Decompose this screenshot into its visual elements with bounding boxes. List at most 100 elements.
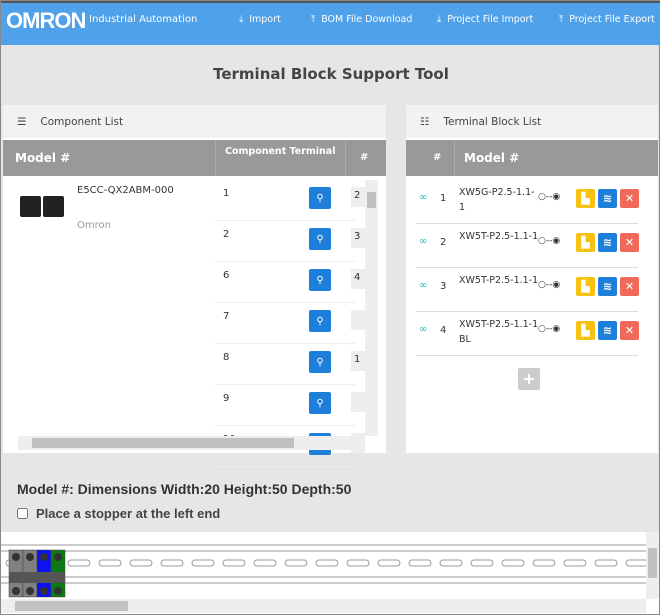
terminal-row: 8 ⚲ xyxy=(215,344,355,385)
project-export-button[interactable]: ⤒ Project File Export xyxy=(559,14,655,25)
block-model: XW5T-P2.5-1.1-1 xyxy=(459,231,539,242)
download-icon: ⤓ xyxy=(239,14,244,25)
terminal-number: 6 xyxy=(223,270,230,281)
component-model[interactable]: E5CC-QX2ABM-000 xyxy=(77,185,174,196)
component-maker: Omron xyxy=(77,220,111,231)
layers-button[interactable]: ≋ xyxy=(598,277,617,296)
rail-view xyxy=(1,532,659,614)
bar-chart-icon: ▙ xyxy=(581,280,590,293)
close-icon: ✕ xyxy=(624,280,635,293)
layers-icon: ≋ xyxy=(602,236,613,249)
terminal-block-row: ∞ 4 XW5T-P2.5-1.1-1BL ○--◉ ▙ ≋ ✕ xyxy=(416,312,639,356)
rail-slot xyxy=(284,559,308,567)
rail-slot xyxy=(67,559,91,567)
delete-button[interactable]: ✕ xyxy=(620,277,639,296)
search-button[interactable]: ⚲ xyxy=(309,228,331,250)
orientation-toggle[interactable]: ○--◉ xyxy=(538,280,560,290)
orientation-toggle[interactable]: ○--◉ xyxy=(538,236,560,246)
orientation-toggle[interactable]: ○--◉ xyxy=(538,324,560,334)
screw xyxy=(26,553,34,561)
terminal-row: 9 ⚲ xyxy=(215,385,355,426)
table-header: # Model # xyxy=(406,140,658,176)
layers-icon: ≋ xyxy=(602,324,613,337)
rail-slot xyxy=(439,559,463,567)
bar-chart-icon: ▙ xyxy=(581,236,590,249)
block-number-field[interactable]: 2 xyxy=(351,187,365,207)
block-number-field[interactable]: 3 xyxy=(351,228,365,248)
chart-button[interactable]: ▙ xyxy=(576,321,595,340)
rail-slot xyxy=(253,559,277,567)
stopper-option[interactable]: Place a stopper at the left end xyxy=(17,506,220,521)
panel-title: Component List xyxy=(40,115,124,128)
delete-button[interactable]: ✕ xyxy=(620,189,639,208)
chart-button[interactable]: ▙ xyxy=(576,189,595,208)
layers-button[interactable]: ≋ xyxy=(598,233,617,252)
link-icon[interactable]: ∞ xyxy=(419,280,427,291)
terminal-row: 1 ⚲ xyxy=(215,180,355,221)
project-import-button[interactable]: ⤓ Project File Import xyxy=(437,14,533,25)
layers-button[interactable]: ≋ xyxy=(598,321,617,340)
rail-slot xyxy=(191,559,215,567)
link-icon[interactable]: ∞ xyxy=(419,236,427,247)
screw xyxy=(12,587,20,595)
omron-logo[interactable]: OMRON xyxy=(6,8,86,34)
project-export-label: Project File Export xyxy=(569,14,655,25)
block-number-field[interactable] xyxy=(351,392,365,412)
stopper-label: Place a stopper at the left end xyxy=(36,506,221,521)
import-button[interactable]: ⤓ Import xyxy=(239,14,281,25)
search-button[interactable]: ⚲ xyxy=(309,269,331,291)
page-title: Terminal Block Support Tool xyxy=(213,65,449,83)
component-image xyxy=(20,196,64,217)
layers-button[interactable]: ≋ xyxy=(598,189,617,208)
bom-download-button[interactable]: ⤒ BOM File Download xyxy=(311,14,412,25)
rail-vertical-scrollbar[interactable] xyxy=(646,532,659,599)
app-header: OMRON Industrial Automation ⤓ Import ⤒ BOM… xyxy=(1,1,660,45)
block-num: 2 xyxy=(440,237,447,248)
terminal-row: 7 ⚲ xyxy=(215,303,355,344)
rail-slot xyxy=(377,559,401,567)
bar-chart-icon: ▙ xyxy=(581,192,590,205)
rail-horizontal-scrollbar[interactable] xyxy=(1,599,646,613)
chart-button[interactable]: ▙ xyxy=(576,233,595,252)
search-button[interactable]: ⚲ xyxy=(309,310,331,332)
search-button[interactable]: ⚲ xyxy=(309,187,331,209)
screw xyxy=(40,587,48,595)
stopper-checkbox[interactable] xyxy=(17,508,28,519)
link-icon[interactable]: ∞ xyxy=(419,192,427,203)
screw xyxy=(40,553,48,561)
terminal-block-row: ∞ 3 XW5T-P2.5-1.1-1 ○--◉ ▙ ≋ ✕ xyxy=(416,268,639,312)
din-rail-canvas[interactable] xyxy=(1,532,649,599)
add-block-button[interactable]: + xyxy=(518,368,540,390)
block-model: XW5T-P2.5-1.1-1BL xyxy=(459,319,539,345)
project-import-label: Project File Import xyxy=(447,14,534,25)
screw xyxy=(12,553,20,561)
horizontal-scrollbar[interactable] xyxy=(18,436,365,450)
col-model: Model # xyxy=(15,151,71,165)
terminal-block-panel: ☷ Terminal Block List # Model # ∞ 1 XW5G-… xyxy=(406,105,658,453)
search-button[interactable]: ⚲ xyxy=(309,392,331,414)
block-model: XW5T-P2.5-1.1-1 xyxy=(459,275,539,286)
delete-button[interactable]: ✕ xyxy=(620,321,639,340)
rail-slot xyxy=(346,559,370,567)
search-icon: ⚲ xyxy=(316,274,324,286)
chart-button[interactable]: ▙ xyxy=(576,277,595,296)
block-num: 4 xyxy=(440,325,447,336)
layers-icon: ≋ xyxy=(602,192,613,205)
block-number-field[interactable] xyxy=(351,310,365,330)
vertical-scrollbar[interactable] xyxy=(365,180,378,436)
dimensions-text: Model #: Dimensions Width:20 Height:50 D… xyxy=(17,481,352,497)
tagline: Industrial Automation xyxy=(89,14,198,25)
search-icon: ⚲ xyxy=(316,397,324,409)
terminal-row: 2 ⚲ xyxy=(215,221,355,262)
terminal-number: 8 xyxy=(223,352,230,363)
block-number-field[interactable]: 1 xyxy=(351,351,365,371)
screw xyxy=(54,553,62,561)
rail-slot xyxy=(129,559,153,567)
delete-button[interactable]: ✕ xyxy=(620,233,639,252)
orientation-toggle[interactable]: ○--◉ xyxy=(538,192,560,202)
search-button[interactable]: ⚲ xyxy=(309,351,331,373)
screw xyxy=(26,587,34,595)
block-base xyxy=(9,572,65,583)
link-icon[interactable]: ∞ xyxy=(419,324,427,335)
block-number-field[interactable]: 4 xyxy=(351,269,365,289)
